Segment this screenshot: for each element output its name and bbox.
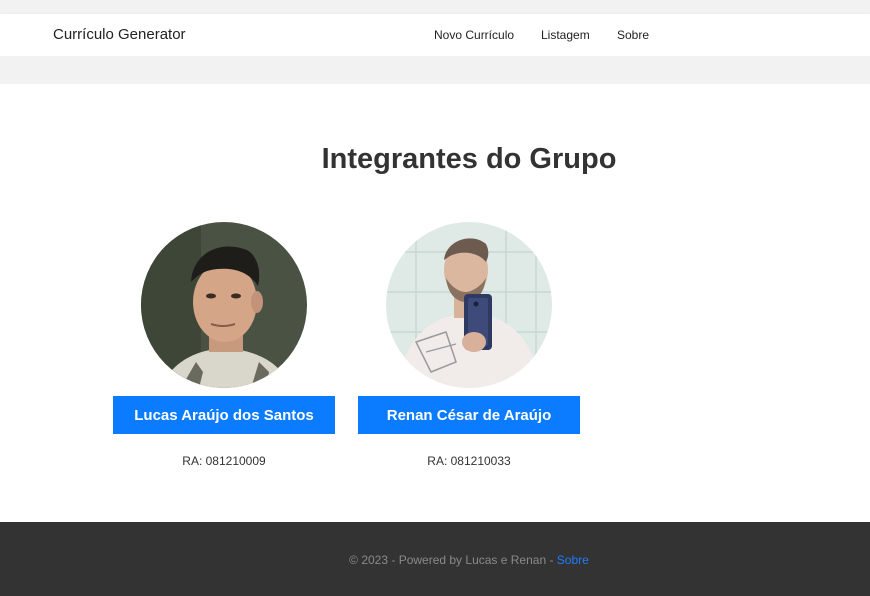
member-name-button[interactable]: Renan César de Araújo — [358, 396, 580, 434]
footer-sobre-link[interactable]: Sobre — [557, 553, 589, 567]
member-ra: RA: 081210033 — [427, 454, 511, 468]
member-name-button[interactable]: Lucas Araújo dos Santos — [113, 396, 335, 434]
top-strip — [0, 0, 870, 14]
footer: © 2023 - Powered by Lucas e Renan - Sobr… — [0, 522, 870, 596]
nav-novo-curriculo[interactable]: Novo Currículo — [434, 28, 514, 42]
main-content: Integrantes do Grupo Lucas Araújo dos Sa… — [0, 84, 870, 522]
nav-sobre[interactable]: Sobre — [617, 28, 649, 42]
footer-copyright: © 2023 - Powered by Lucas e Renan - — [349, 553, 557, 567]
navbar: Currículo Generator Novo Currículo Lista… — [0, 14, 870, 56]
avatar-photo — [386, 222, 552, 388]
member-ra: RA: 081210009 — [182, 454, 266, 468]
footer-text: © 2023 - Powered by Lucas e Renan - Sobr… — [0, 553, 870, 567]
portrait-image — [386, 222, 552, 388]
avatar-photo — [141, 222, 307, 388]
portrait-image — [141, 222, 307, 388]
nav-listagem[interactable]: Listagem — [541, 28, 590, 42]
page-title: Integrantes do Grupo — [321, 143, 617, 175]
brand-link[interactable]: Currículo Generator — [53, 26, 186, 43]
header-spacer — [0, 56, 870, 84]
